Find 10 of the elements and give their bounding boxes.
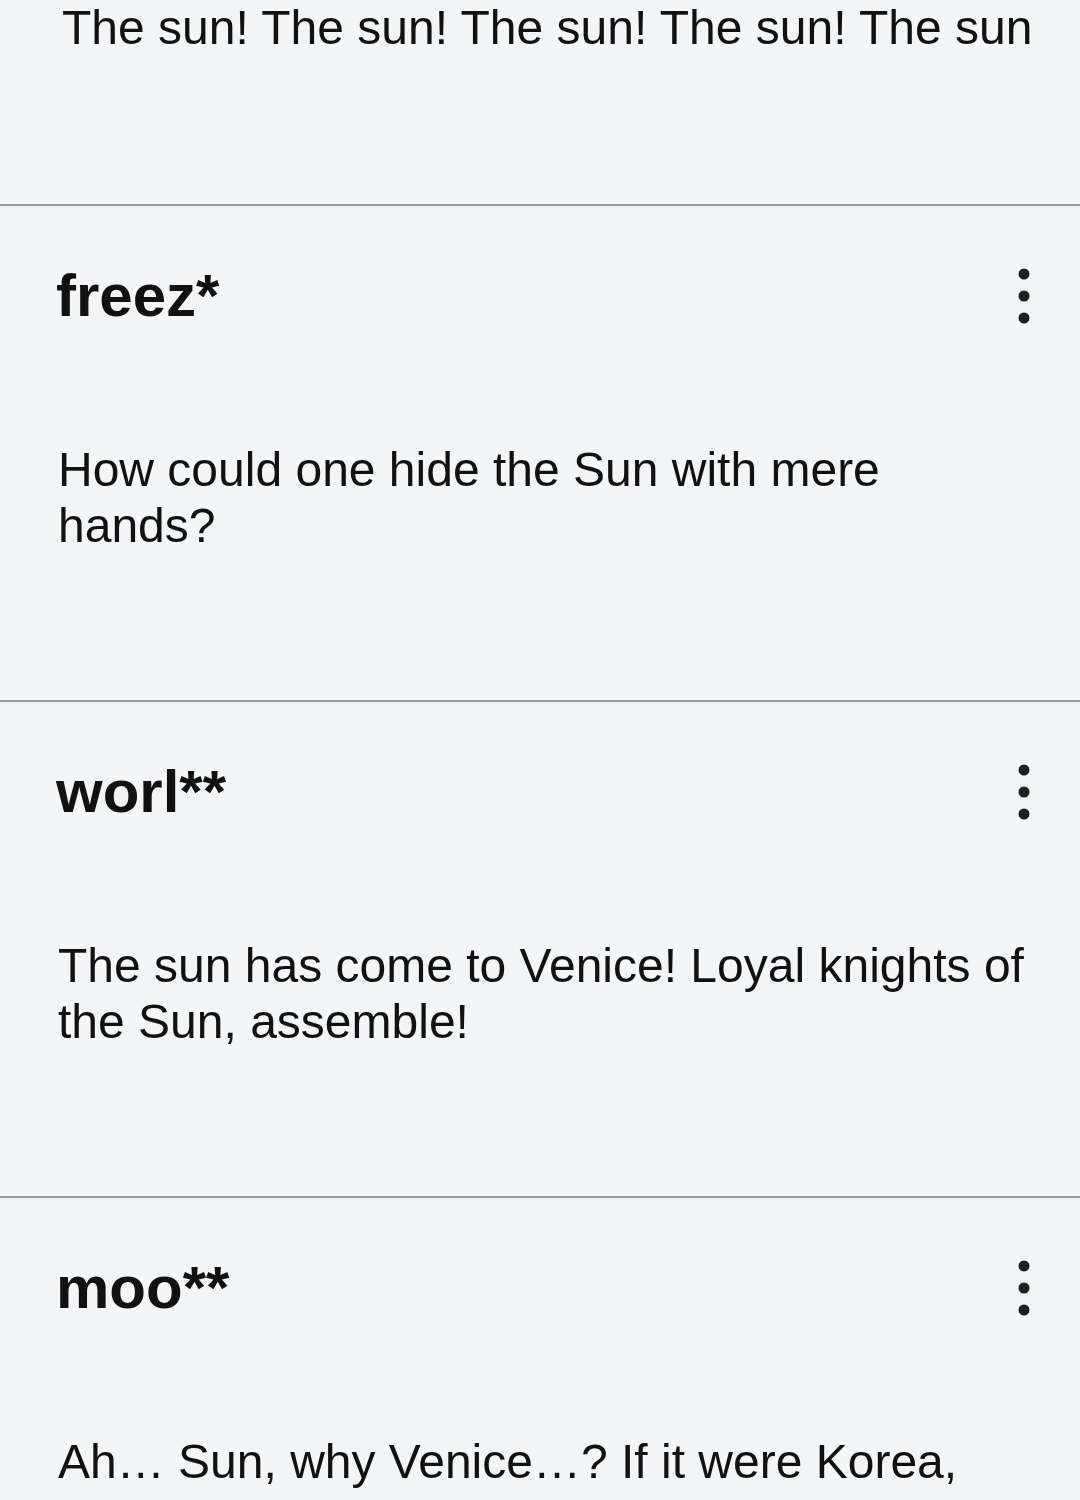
more-vertical-icon [1018, 268, 1030, 324]
username: freez* [56, 262, 220, 330]
username: moo** [56, 1254, 230, 1322]
comment-text: Ah… Sun, why Venice…? If it were Korea, [58, 1434, 959, 1490]
comment-text: The sun has come to Venice! Loyal knights of the Sun, assemble! [58, 938, 1025, 1050]
comment-text: How could one hide the Sun with mere hands? [58, 442, 881, 554]
comment-text: The sun! The sun! The sun! The sun! The sun [62, 0, 1033, 56]
username: worl** [56, 758, 227, 826]
more-vertical-icon [1018, 1260, 1030, 1316]
more-vertical-icon [1018, 764, 1030, 820]
